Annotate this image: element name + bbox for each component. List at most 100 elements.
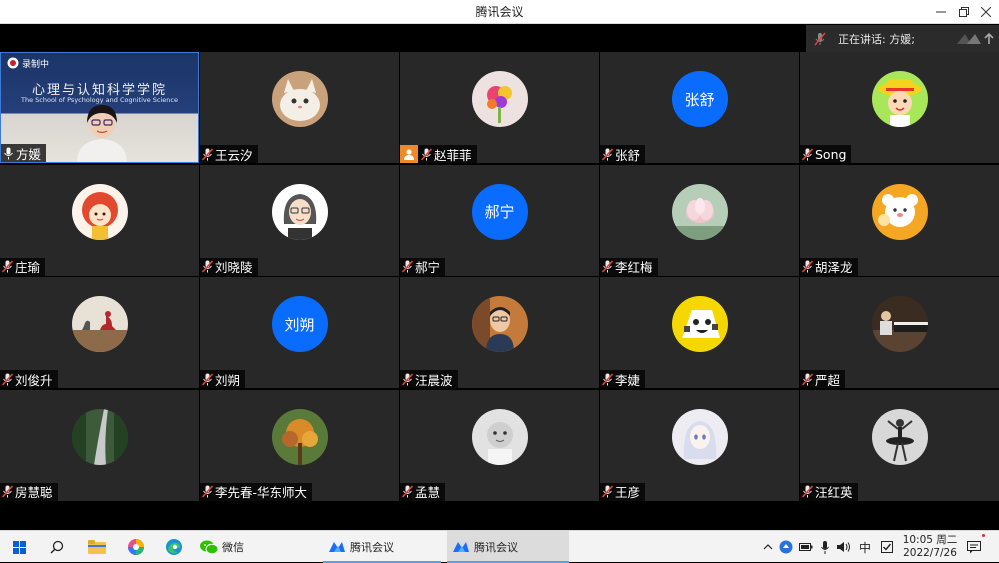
taskbar-app-wechat[interactable]: 微信 [195,531,315,563]
participant-tile[interactable]: 房慧聪 [0,389,199,501]
cloud-sync-icon [779,540,793,554]
participant-name: 王云汐 [215,147,253,163]
participant-tile[interactable]: 李先春-华东师大 [200,389,399,501]
participant-tile[interactable]: 刘俊升 [0,277,199,388]
avatar [471,296,528,352]
participant-tile[interactable]: 录制中 心理与认知科学学院 The School of Psychology and… [0,52,199,163]
participant-name: 郝宁 [415,260,441,275]
participant-name-tag: 郝宁 [400,257,446,276]
participant-tile[interactable]: 王云汐 [200,52,399,163]
participant-tile[interactable]: 汪红英 [800,389,999,501]
avatar [671,183,728,240]
avatar [71,408,128,465]
participant-tile[interactable]: 庄瑜 [0,164,199,276]
close-button[interactable] [972,0,999,24]
participant-tile[interactable]: 郝宁 郝宁 [400,164,599,276]
system-tray: 中 [760,531,898,563]
checkbox-icon [881,541,893,553]
participant-tile[interactable]: 张舒 张舒 [600,52,799,163]
participant-name: 孟慧 [415,485,441,500]
participant-tile[interactable]: 严超 [800,277,999,388]
avatar [871,296,928,352]
toolbar-area [0,502,999,530]
title-bar: 腾讯会议 [0,0,999,24]
participant-name: 王彦 [615,485,641,500]
participant-tile[interactable]: Song [800,52,999,163]
microphone-muted-icon [2,485,13,498]
avatar [871,71,928,127]
participant-name-tag: 严超 [800,370,846,388]
microphone-muted-icon [402,485,413,498]
avatar [871,408,928,465]
participant-tile[interactable]: 李婕 [600,277,799,388]
participant-name-tag: 汪晨波 [400,370,458,388]
participant-name: 房慧聪 [15,485,53,500]
microphone-muted-icon [602,147,613,161]
participant-name: 赵菲菲 [434,147,472,163]
tray-ime[interactable]: 中 [854,539,876,556]
avatar [71,296,128,352]
color-app-button[interactable] [123,531,149,563]
avatar [471,408,528,465]
recording-label: 录制中 [22,59,50,70]
participant-name: 汪晨波 [415,372,453,388]
participant-name: 李先春-华东师大 [215,485,308,500]
volume-icon [837,542,850,552]
participant-tile[interactable]: 汪晨波 [400,277,599,388]
taskbar-app-tencent-meeting-2[interactable]: 腾讯会议 [447,531,569,563]
participant-name-tag: 王彦 [600,482,646,501]
minimize-icon [935,11,946,13]
notification-button[interactable] [963,531,985,563]
avatar [671,408,728,465]
search-button[interactable] [44,531,70,563]
participant-name: 庄瑜 [15,260,41,275]
tray-microphone[interactable] [816,540,834,554]
microphone-muted-icon [402,372,413,386]
battery-icon [799,543,813,551]
participant-tile[interactable]: 刘晓陵 [200,164,399,276]
tray-clock[interactable]: 10:05 周二 2022/7/26 [901,534,959,560]
participant-name: 汪红英 [815,485,853,500]
participant-tile[interactable]: 胡泽龙 [800,164,999,276]
edge-browser-button[interactable] [161,531,187,563]
edge-icon [166,539,182,555]
participant-name-tag: 汪红英 [800,482,858,501]
speaker-controls[interactable] [955,30,995,47]
participant-name-tag: 李先春-华东师大 [200,482,313,501]
speaking-mic-icon [806,25,834,52]
participant-tile[interactable]: 赵菲菲 [400,52,599,163]
participant-tile[interactable]: 刘朔 刘朔 [200,277,399,388]
speaking-text: 正在讲话: 方媛; [838,32,915,46]
notification-icon [967,540,981,553]
avatar [271,183,328,240]
search-icon [50,540,64,554]
microphone-muted-icon [602,485,613,498]
participant-name: 刘俊升 [15,372,53,388]
microphone-muted-icon [602,260,613,273]
participant-name-tag: 胡泽龙 [800,257,858,276]
participant-name-tag: 庄瑜 [0,257,46,276]
participant-name: 刘朔 [215,372,241,388]
microphone-muted-icon [802,260,813,273]
microphone-muted-icon [2,260,13,273]
taskbar-app-label: 腾讯会议 [474,541,518,554]
taskbar-app-label: 微信 [222,541,244,554]
start-button[interactable] [6,531,32,563]
tray-battery[interactable] [796,542,816,552]
participant-tile[interactable]: 孟慧 [400,389,599,501]
participant-tile[interactable]: 李红梅 [600,164,799,276]
tray-volume[interactable] [834,541,854,553]
person-icon [400,145,418,163]
tray-checkbox[interactable] [876,541,898,553]
tray-network-app[interactable] [776,540,796,554]
avatar [471,71,528,127]
microphone-muted-icon [202,260,213,273]
file-explorer-button[interactable] [84,531,110,563]
window-title: 腾讯会议 [475,5,524,19]
taskbar-app-tencent-meeting-1[interactable]: 腾讯会议 [323,531,441,563]
participant-name-tag: 刘朔 [200,370,246,388]
tray-overflow-button[interactable] [760,544,776,550]
microphone-icon [3,147,14,160]
participant-tile[interactable]: 王彦 [600,389,799,501]
wechat-icon [200,540,218,555]
